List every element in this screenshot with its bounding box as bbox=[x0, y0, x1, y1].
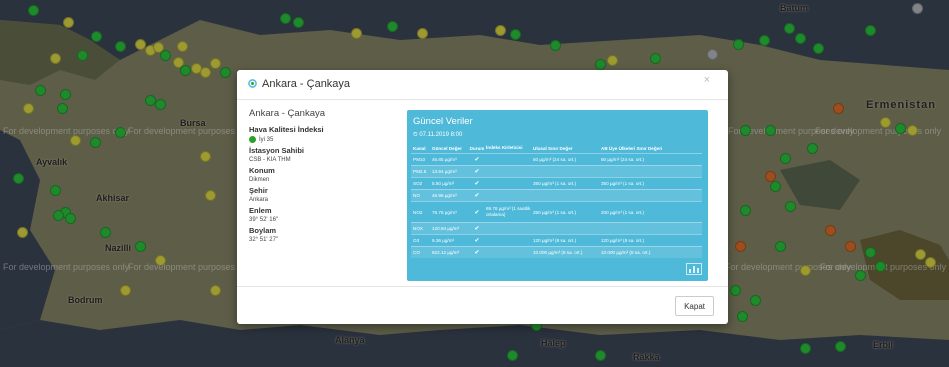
station-modal: Ankara - Çankaya × Ankara - Çankaya Hava… bbox=[237, 70, 728, 324]
value-cell: 5.50 µg/m³ bbox=[432, 181, 455, 186]
value-cell: 9.36 µg/m³ bbox=[432, 238, 455, 243]
modal-footer: Kapat bbox=[237, 286, 728, 325]
eu-limit-cell: 350 µg/m³ (1 sa. ort.) bbox=[601, 181, 644, 186]
aqi-row: İyi 35 bbox=[249, 136, 399, 143]
status-check-icon: ✔ bbox=[474, 209, 480, 216]
value-cell: 45.96 µg/m³ bbox=[432, 193, 457, 198]
national-limit-cell: 50 µg/m³ (24 sa. ort.) bbox=[533, 157, 576, 162]
status-check-icon: ✔ bbox=[474, 250, 480, 256]
national-limit-cell: 10.000 µg/m³ (8 sa. ort.) bbox=[533, 250, 583, 255]
aqi-value: İyi 35 bbox=[259, 136, 274, 143]
channel-cell: NO2 bbox=[413, 209, 423, 215]
lon-heading: Boylam bbox=[249, 226, 277, 235]
index-cell: 69.78 µg/m³ (1 saatlik ortalama) bbox=[486, 206, 531, 217]
col-header: İndeks Kirleticisi bbox=[486, 145, 523, 150]
location-heading: Konum bbox=[249, 166, 275, 175]
panel-date: ⏲ 07.11.2019 8:00 bbox=[413, 132, 463, 138]
status-check-icon: ✔ bbox=[474, 169, 480, 175]
station-place: Ankara - Çankaya bbox=[249, 108, 326, 119]
table-row: NO 45.96 µg/m³ ✔ bbox=[411, 189, 702, 201]
station-icon bbox=[248, 79, 257, 88]
owner-value: CSB - KIA THM bbox=[249, 157, 291, 163]
bar-chart-icon[interactable] bbox=[686, 263, 702, 275]
status-check-icon: ✔ bbox=[474, 157, 480, 163]
col-header: Durum bbox=[469, 145, 485, 151]
channel-cell: O3 bbox=[413, 238, 420, 243]
channel-cell: NO bbox=[413, 193, 420, 198]
table-row: PM10 46.85 µg/m³ ✔ 50 µg/m³ (24 sa. ort.) 50… bbox=[411, 153, 702, 165]
current-data-panel: Güncel Veriler ⏲ 07.11.2019 8:00 Kanal G… bbox=[407, 110, 708, 281]
col-header: Kanal bbox=[413, 145, 426, 151]
station-info: Ankara - Çankaya Hava Kalitesi İndeksi İ… bbox=[249, 108, 399, 246]
table-row: PM2.5 13.94 µg/m³ ✔ bbox=[411, 165, 702, 177]
value-cell: 120.84 µg/m³ bbox=[432, 226, 460, 231]
eu-limit-cell: 200 µg/m³ (1 sa. ort.) bbox=[601, 209, 644, 215]
col-header: Ulusal Sınır Değer bbox=[533, 145, 573, 151]
aqi-heading: Hava Kalitesi İndeksi bbox=[249, 125, 324, 134]
table-row: CO 622.12 µg/m³ ✔ 10.000 µg/m³ (8 sa. ort.)… bbox=[411, 246, 702, 258]
value-cell: 76.78 µg/m³ bbox=[432, 209, 457, 215]
status-check-icon: ✔ bbox=[474, 238, 480, 244]
city-value: Ankara bbox=[249, 197, 269, 203]
channel-cell: SO2 bbox=[413, 181, 423, 186]
city-heading: Şehir bbox=[249, 186, 268, 195]
table-header: Kanal Güncel Değer Durum İndeks Kirletic… bbox=[411, 143, 702, 153]
panel-title: Güncel Veriler bbox=[413, 116, 473, 127]
lat-value: 39° 52' 16" bbox=[249, 217, 279, 223]
value-cell: 46.85 µg/m³ bbox=[432, 157, 457, 162]
national-limit-cell: 120 µg/m³ (8 sa. ort.) bbox=[533, 238, 576, 243]
close-icon[interactable]: × bbox=[704, 74, 710, 86]
col-header: Güncel Değer bbox=[432, 145, 462, 151]
modal-title: Ankara - Çankaya bbox=[262, 78, 351, 90]
measurements-table: Kanal Güncel Değer Durum İndeks Kirletic… bbox=[411, 143, 702, 258]
eu-limit-cell: 120 µg/m³ (8 sa. ort.) bbox=[601, 238, 644, 243]
table-row: O3 9.36 µg/m³ ✔ 120 µg/m³ (8 sa. ort.) 120 µ… bbox=[411, 234, 702, 246]
eu-limit-cell: 10.000 µg/m³ (8 sa. ort.) bbox=[601, 250, 651, 255]
eu-limit-cell: 50 µg/m³ (24 sa. ort.) bbox=[601, 157, 644, 162]
value-cell: 13.94 µg/m³ bbox=[432, 169, 457, 174]
value-cell: 622.12 µg/m³ bbox=[432, 250, 460, 255]
national-limit-cell: 250 µg/m³ (1 sa. ort.) bbox=[533, 209, 576, 215]
table-row: NO2 76.78 µg/m³ ✔ 69.78 µg/m³ (1 saatlik or… bbox=[411, 201, 702, 222]
status-check-icon: ✔ bbox=[474, 193, 480, 199]
col-header: AB Üye Ülkeleri Sınır Değeri bbox=[601, 145, 663, 151]
status-check-icon: ✔ bbox=[474, 181, 480, 187]
lat-heading: Enlem bbox=[249, 206, 272, 215]
lon-value: 32° 51' 27" bbox=[249, 237, 279, 243]
aqi-status-dot bbox=[249, 136, 256, 143]
close-button[interactable]: Kapat bbox=[675, 296, 714, 316]
table-row: SO2 5.50 µg/m³ ✔ 350 µg/m³ (1 sa. ort.) 350 … bbox=[411, 177, 702, 189]
modal-header: Ankara - Çankaya × bbox=[237, 70, 728, 100]
channel-cell: CO bbox=[413, 250, 420, 255]
location-value: Dikmen bbox=[249, 177, 270, 183]
owner-heading: İstasyon Sahibi bbox=[249, 146, 305, 155]
table-row: NOX 120.84 µg/m³ ✔ bbox=[411, 222, 702, 234]
channel-cell: PM10 bbox=[413, 157, 426, 162]
national-limit-cell: 350 µg/m³ (1 sa. ort.) bbox=[533, 181, 576, 186]
channel-cell: NOX bbox=[413, 226, 423, 231]
channel-cell: PM2.5 bbox=[413, 169, 427, 174]
status-check-icon: ✔ bbox=[474, 226, 480, 232]
table-body: PM10 46.85 µg/m³ ✔ 50 µg/m³ (24 sa. ort.) 50… bbox=[411, 153, 702, 258]
